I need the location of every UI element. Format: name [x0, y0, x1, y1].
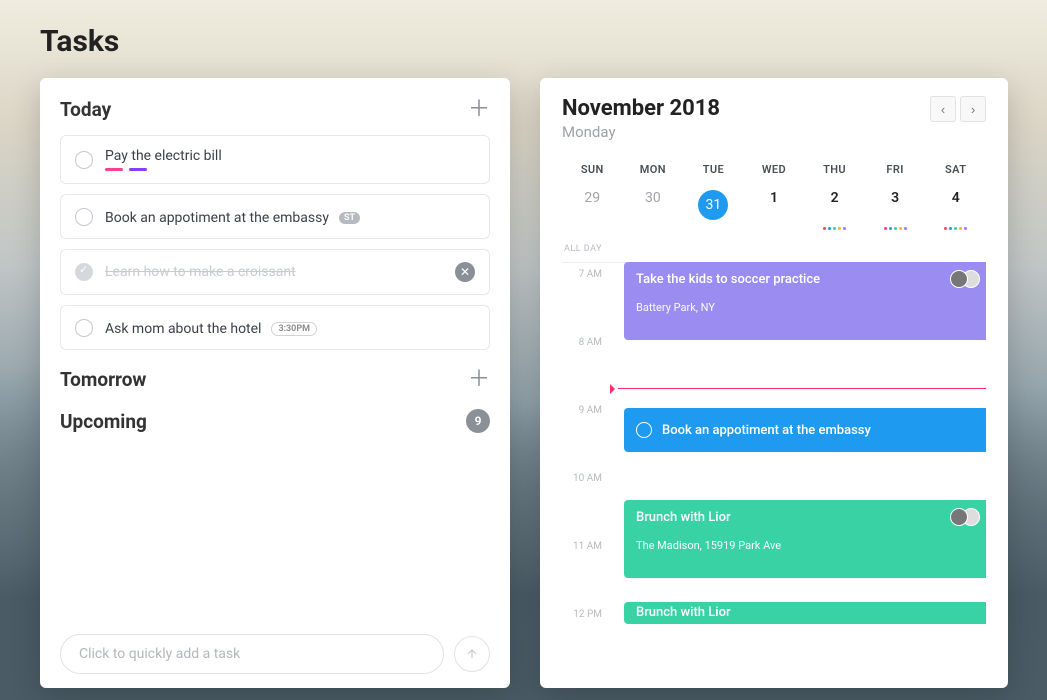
calendar-subtitle: Monday [562, 123, 720, 141]
quick-add-submit[interactable] [454, 636, 490, 672]
chevron-right-icon: › [971, 102, 975, 117]
calendar-event[interactable]: Brunch with Lior The Madison, 15919 Park… [624, 500, 986, 578]
arrow-up-icon [465, 647, 479, 661]
section-tomorrow-title: Tomorrow [60, 368, 146, 391]
hour-label: 11 AM [562, 539, 610, 552]
weekday-label: THU [804, 163, 865, 176]
timeline: ALL DAY 7 AM 8 AM 9 AM 10 AM 11 AM 12 PM… [562, 244, 986, 656]
hour-label: 8 AM [562, 335, 610, 348]
weekday-label: FRI [865, 163, 926, 176]
calendar-event[interactable]: Book an appotiment at the embassy [624, 408, 986, 452]
task-title: Ask mom about the hotel [105, 321, 261, 337]
weekday-label: SUN [562, 163, 623, 176]
date-cell-selected[interactable]: 31 [683, 190, 744, 230]
tasks-panel: Today ＋ Pay the electric bill Book an ap… [40, 78, 510, 688]
page-title: Tasks [40, 24, 119, 59]
task-title: Learn how to make a croissant [105, 264, 443, 280]
task-tag [105, 168, 123, 171]
task-card[interactable]: Learn how to make a croissant ✕ [60, 249, 490, 295]
calendar-nav: ‹ › [930, 96, 986, 122]
event-location: Battery Park, NY [636, 301, 978, 314]
hour-label: 9 AM [562, 403, 610, 416]
hour-label: 10 AM [562, 471, 610, 484]
weekday-label: MON [623, 163, 684, 176]
event-title: Book an appotiment at the embassy [662, 423, 871, 438]
date-cell[interactable]: 2 [804, 190, 865, 230]
task-checkbox[interactable] [75, 151, 93, 169]
calendar-prev-button[interactable]: ‹ [930, 96, 956, 122]
avatar-icon [950, 270, 968, 288]
calendar-event[interactable]: Take the kids to soccer practice Battery… [624, 262, 986, 340]
date-cell[interactable]: 1 [744, 190, 805, 230]
section-today-header: Today ＋ [60, 98, 490, 121]
event-avatars [950, 508, 980, 526]
task-card[interactable]: Book an appotiment at the embassy ST [60, 194, 490, 239]
task-card[interactable]: Ask mom about the hotel 3:30PM [60, 305, 490, 350]
calendar-header: November 2018 Monday ‹ › [562, 96, 986, 141]
calendar-event[interactable]: Brunch with Lior [624, 602, 986, 624]
task-time-pill: 3:30PM [271, 322, 317, 336]
task-checkbox[interactable] [75, 208, 93, 226]
calendar-panel: November 2018 Monday ‹ › SUN MON TUE WED… [540, 78, 1008, 688]
section-tomorrow-header: Tomorrow ＋ [60, 368, 490, 391]
task-checkbox-done[interactable] [75, 263, 93, 281]
hour-label: 12 PM [562, 607, 610, 620]
add-tomorrow-button[interactable]: ＋ [468, 369, 490, 391]
weekday-label: TUE [683, 163, 744, 176]
section-upcoming-header: Upcoming 9 [60, 409, 490, 433]
section-today-title: Today [60, 98, 111, 121]
date-row: 29 30 31 1 2 3 4 [562, 190, 986, 230]
calendar-next-button[interactable]: › [960, 96, 986, 122]
all-day-label: ALL DAY [562, 244, 986, 263]
event-title: Brunch with Lior [636, 510, 978, 525]
task-title: Pay the electric bill [105, 148, 475, 164]
current-time-indicator [618, 388, 986, 389]
task-card[interactable]: Pay the electric bill [60, 135, 490, 184]
weekday-label: WED [744, 163, 805, 176]
date-cell[interactable]: 30 [623, 190, 684, 230]
event-avatars [950, 270, 980, 288]
date-cell[interactable]: 4 [925, 190, 986, 230]
event-title: Take the kids to soccer practice [636, 272, 978, 287]
task-title: Book an appotiment at the embassy [105, 210, 329, 226]
task-tag [129, 168, 147, 171]
date-cell[interactable]: 29 [562, 190, 623, 230]
avatar-icon [950, 508, 968, 526]
section-upcoming-title: Upcoming [60, 410, 147, 433]
event-checkbox-icon [636, 422, 652, 438]
event-title: Brunch with Lior [636, 605, 978, 620]
date-cell[interactable]: 3 [865, 190, 926, 230]
quick-add-input[interactable]: Click to quickly add a task [60, 634, 444, 674]
add-today-button[interactable]: ＋ [468, 99, 490, 121]
calendar-title: November 2018 [562, 96, 720, 121]
weekday-row: SUN MON TUE WED THU FRI SAT [562, 163, 986, 176]
weekday-label: SAT [925, 163, 986, 176]
hour-label: 7 AM [562, 267, 610, 280]
chevron-left-icon: ‹ [941, 102, 945, 117]
remove-task-button[interactable]: ✕ [455, 262, 475, 282]
upcoming-count-badge: 9 [466, 409, 490, 433]
quick-add-bar: Click to quickly add a task [60, 634, 490, 674]
task-badge: ST [339, 212, 360, 224]
task-checkbox[interactable] [75, 319, 93, 337]
event-location: The Madison, 15919 Park Ave [636, 539, 978, 552]
